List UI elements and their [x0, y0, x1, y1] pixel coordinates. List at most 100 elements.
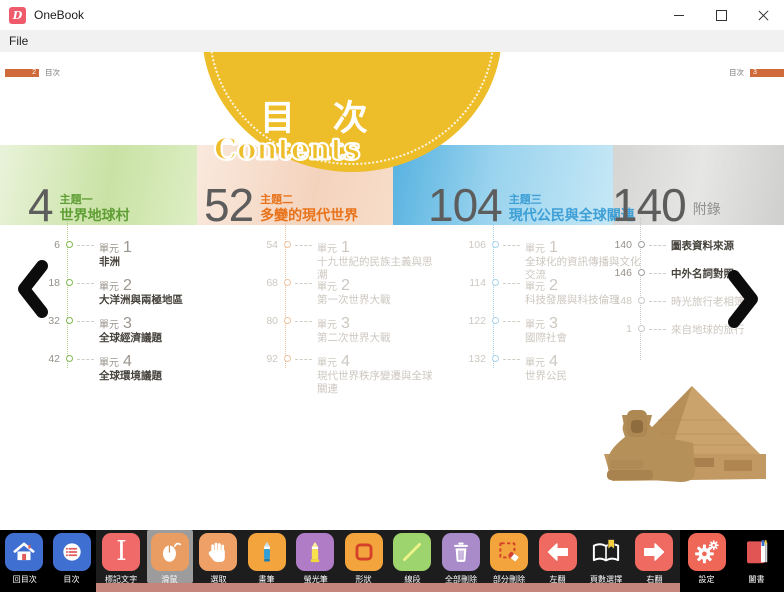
section-title: 附錄: [693, 201, 721, 217]
toc-item[interactable]: 92單元4現代世界秩序變遷與全球關連: [254, 354, 437, 392]
toc-item-dash: [649, 301, 666, 302]
toc-item[interactable]: 80單元3第二次世界大戰: [254, 316, 437, 354]
bottom-toolbar: 回目次 目次 I標記文字滑鼠選取畫筆 螢光筆 形狀線段 全部刪除 部分刪除 左翻 頁數選擇 右翻…: [0, 530, 784, 592]
mark-text-button[interactable]: I標記文字: [98, 530, 144, 585]
toc-item-unit: 單元2: [99, 278, 219, 293]
toc-item-dash: [295, 283, 312, 284]
page-number-tab: 3: [750, 69, 784, 77]
prev-page-arrow[interactable]: [14, 260, 52, 323]
tool-label: 頁數選擇: [590, 573, 622, 584]
close-button[interactable]: [742, 0, 784, 30]
tool-label: 闔書: [749, 573, 765, 584]
delete-all-button[interactable]: 全部刪除: [438, 530, 484, 585]
toc-item-dash: [77, 283, 94, 284]
toc-item-unit: 單元2: [317, 278, 437, 293]
highlighter-button[interactable]: 螢光筆: [292, 530, 338, 585]
toc-item-dash: [503, 359, 520, 360]
shape-icon: [345, 533, 383, 571]
tool-label: 全部刪除: [444, 573, 476, 584]
tool-label: 線段: [404, 573, 420, 584]
pen-button[interactable]: 畫筆: [244, 530, 290, 585]
toc-item-page: 122: [462, 316, 486, 327]
toc-item-page: 80: [254, 316, 278, 327]
line-icon: [393, 533, 431, 571]
maximize-button[interactable]: [700, 0, 742, 30]
toc-item-dash: [295, 321, 312, 322]
toc-item-dash: [77, 321, 94, 322]
toc-item-title: 全球經濟議題: [99, 332, 219, 345]
toc-item-page: 106: [462, 240, 486, 251]
section-header: 104主題三現代公民與全球關連: [428, 145, 635, 230]
page-right-button[interactable]: 右翻: [631, 530, 677, 585]
toc-item-title: 第一次世界大戰: [317, 294, 437, 307]
section-page-number: 104: [428, 185, 502, 225]
toc-item-title: 世界公民: [525, 370, 645, 383]
page-left-button[interactable]: 左翻: [535, 530, 581, 585]
page-tab-label: 目次: [45, 67, 60, 78]
toc-item-dash: [649, 329, 666, 330]
toc-item-dash: [649, 273, 666, 274]
toc-item-marker: [492, 279, 499, 286]
app-title: OneBook: [34, 8, 84, 22]
toc-item-unit: 單元4: [525, 354, 645, 369]
toc-item[interactable]: 68單元2第一次世界大戰: [254, 278, 437, 316]
section-page-number: 52: [204, 185, 253, 225]
toc-item-page: 140: [608, 240, 632, 251]
toc-item-unit: 單元3: [317, 316, 437, 331]
toc-item[interactable]: 32單元3全球經濟議題: [36, 316, 219, 354]
select-button[interactable]: 選取: [195, 530, 241, 585]
section-theme: 主題二: [260, 194, 358, 207]
tool-label: 螢光筆: [303, 573, 327, 584]
menu-file[interactable]: File: [0, 34, 37, 48]
trash-icon: [442, 533, 480, 571]
tool-label: 回目次: [12, 573, 36, 584]
page-tab-left: 2 目次: [5, 67, 66, 78]
toc-item-page: 146: [608, 268, 632, 279]
arrow-right-icon: [635, 533, 673, 571]
settings-button[interactable]: 設定: [684, 530, 730, 585]
toc-item-title: 圖表資料來源: [671, 240, 784, 253]
section-header: 140附錄: [612, 145, 721, 230]
book-page: 2 目次 目次 3 4主題一世界地球村6單元1非洲18單元2大洋洲與兩極地區32…: [0, 52, 784, 530]
minimize-icon: [674, 15, 684, 16]
tool-label: 部分刪除: [493, 573, 525, 584]
page-select-button[interactable]: 頁數選擇: [583, 530, 629, 585]
toc-item[interactable]: 42單元4全球環境議題: [36, 354, 219, 392]
mouse-button[interactable]: 滑鼠: [147, 530, 193, 583]
section-page-number: 4: [28, 185, 53, 225]
toc-item[interactable]: 18單元2大洋洲與兩極地區: [36, 278, 219, 316]
toc-item-dash: [77, 245, 94, 246]
toc-item[interactable]: 6單元1非洲: [36, 240, 219, 278]
toc-button[interactable]: 目次: [49, 530, 95, 585]
toc-item[interactable]: 140 圖表資料來源: [608, 240, 784, 268]
onebook-logo-icon: D: [9, 7, 26, 24]
tool-label: 畫筆: [259, 573, 275, 584]
arrow-left-icon: [539, 533, 577, 571]
toc-item-marker: [638, 269, 645, 276]
menu-bar: File: [0, 30, 784, 53]
close-book-button[interactable]: 闔書: [734, 530, 780, 585]
toc-item-dash: [503, 245, 520, 246]
toc-item-marker: [284, 241, 291, 248]
toc-item-dash: [295, 359, 312, 360]
toc-item-unit: 單元4: [317, 354, 437, 369]
line-button[interactable]: 線段: [389, 530, 435, 585]
shape-button[interactable]: 形狀: [341, 530, 387, 585]
back-to-toc-button[interactable]: 回目次: [1, 530, 47, 585]
chevron-left-icon: [14, 260, 52, 318]
partial-delete-button[interactable]: 部分刪除: [486, 530, 532, 585]
tool-label: 左翻: [549, 573, 565, 584]
toc-item-page: 6: [36, 240, 60, 251]
book-closed-icon: [738, 533, 776, 571]
book-open-icon: [587, 533, 625, 571]
toc-item[interactable]: 54單元1十九世紀的民族主義與思潮: [254, 240, 437, 278]
toc-item-unit: 單元1: [317, 240, 437, 255]
section-theme: 主題一: [60, 194, 130, 207]
toc-item-title: 現代世界秩序變遷與全球關連: [317, 370, 437, 395]
text-i-icon: I: [102, 533, 140, 571]
tool-label: 目次: [64, 573, 80, 584]
minimize-button[interactable]: [658, 0, 700, 30]
toc-item-title: 全球環境議題: [99, 370, 219, 383]
next-page-arrow[interactable]: [724, 270, 762, 333]
tool-label: 右翻: [646, 573, 662, 584]
